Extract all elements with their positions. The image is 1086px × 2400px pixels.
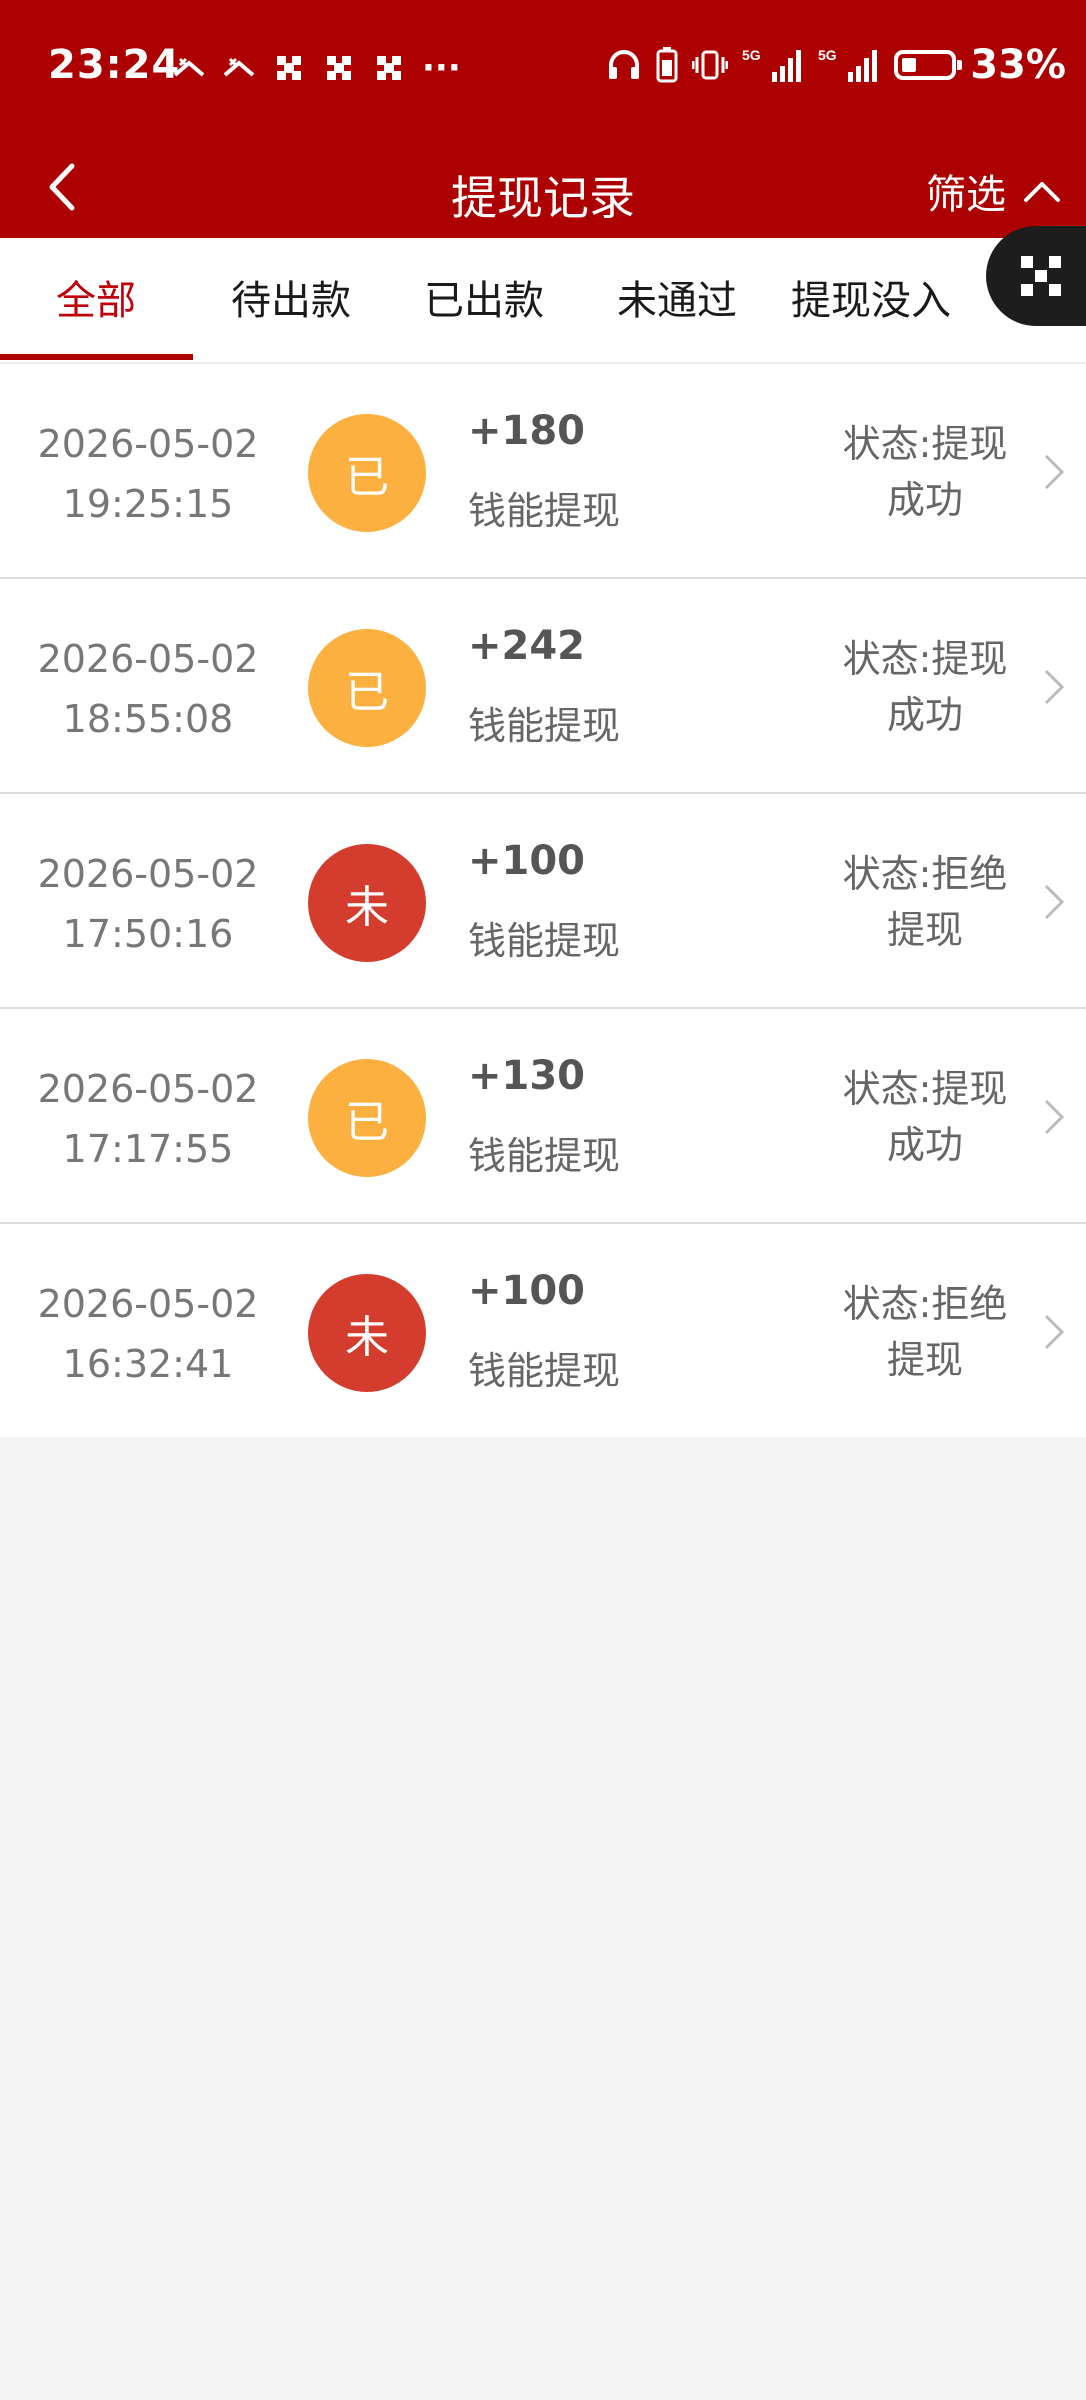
svg-text:5G: 5G xyxy=(742,47,761,63)
tab-rejected[interactable]: 未通过 xyxy=(581,268,773,326)
record-date: 2026-05-02 xyxy=(37,422,259,466)
status-line: 提现 xyxy=(886,908,963,952)
app-grid-icon xyxy=(1021,256,1061,296)
tab-pending-payout[interactable]: 待出款 xyxy=(195,268,387,326)
filter-label: 筛选 xyxy=(926,172,1006,218)
status-line: 状态:提现 xyxy=(842,1067,1008,1111)
record-type: 钱能提现 xyxy=(468,919,621,963)
record-type: 钱能提现 xyxy=(468,1349,621,1393)
record-type: 钱能提现 xyxy=(468,1134,621,1178)
system-icons: 5G 5G 33% xyxy=(606,42,1066,88)
record-type: 钱能提现 xyxy=(468,704,621,748)
chevron-right-icon xyxy=(1044,1314,1065,1350)
status-badge: 已 xyxy=(308,629,426,747)
record-amount: +130 xyxy=(468,1053,586,1099)
tab-bar: 全部 待出款 已出款 未通过 提现没入 xyxy=(0,238,1086,364)
record-date: 2026-05-02 xyxy=(37,1067,259,1111)
record-date: 2026-05-02 xyxy=(37,852,259,896)
record-date: 2026-05-02 xyxy=(37,1282,259,1326)
record-status: 状态:拒绝 提现 xyxy=(820,846,1030,958)
record-date: 2026-05-02 xyxy=(37,637,259,681)
filter-button[interactable]: 筛选 xyxy=(926,162,1062,220)
record-status: 状态:提现 成功 xyxy=(820,631,1030,743)
chevron-right-icon xyxy=(1044,669,1065,705)
chevron-right-icon xyxy=(1044,454,1065,490)
app-icon xyxy=(327,56,351,80)
status-line: 状态:提现 xyxy=(842,422,1008,466)
vibrate-icon xyxy=(692,50,729,80)
status-line: 状态:提现 xyxy=(842,637,1008,681)
battery-icon xyxy=(894,50,963,80)
record-status: 状态:提现 成功 xyxy=(820,416,1030,528)
record-amount: +180 xyxy=(468,408,586,454)
notification-icons: ··· xyxy=(172,48,461,88)
record-status: 状态:拒绝 提现 xyxy=(820,1276,1030,1388)
record-amount: +242 xyxy=(468,623,586,669)
status-time: 23:24 xyxy=(48,42,181,88)
list-item[interactable]: 2026-05-02 19:25:15 已 +180 钱能提现 状态:提现 成功 xyxy=(0,364,1086,579)
record-time: 19:25:15 xyxy=(62,482,234,526)
app-icon xyxy=(377,56,401,80)
status-line: 成功 xyxy=(886,693,963,737)
app-icon xyxy=(277,56,301,80)
record-time: 16:32:41 xyxy=(62,1342,234,1386)
status-badge: 已 xyxy=(308,1059,426,1177)
status-badge: 未 xyxy=(308,1274,426,1392)
signal-5g-icon: 5G xyxy=(818,47,878,82)
record-amount: +100 xyxy=(468,838,586,884)
status-badge: 未 xyxy=(308,844,426,962)
signal-5g-icon: 5G xyxy=(742,47,802,82)
tab-paid-out[interactable]: 已出款 xyxy=(388,268,580,326)
withdrawal-list: 2026-05-02 19:25:15 已 +180 钱能提现 状态:提现 成功… xyxy=(0,364,1086,1437)
battery-saver-icon xyxy=(656,47,678,83)
tab-all[interactable]: 全部 xyxy=(0,268,192,326)
status-line: 状态:拒绝 xyxy=(842,1282,1008,1326)
record-status: 状态:提现 成功 xyxy=(820,1061,1030,1173)
record-time: 18:55:08 xyxy=(62,697,234,741)
missed-call-icon xyxy=(223,57,255,77)
list-item[interactable]: 2026-05-02 17:50:16 未 +100 钱能提现 状态:拒绝 提现 xyxy=(0,794,1086,1009)
floating-action-button[interactable] xyxy=(986,226,1086,326)
active-tab-indicator xyxy=(0,354,193,360)
missed-call-icon xyxy=(173,57,205,77)
record-type: 钱能提现 xyxy=(468,489,621,533)
status-line: 提现 xyxy=(886,1338,963,1382)
status-line: 状态:拒绝 xyxy=(842,852,1008,896)
list-item[interactable]: 2026-05-02 16:32:41 未 +100 钱能提现 状态:拒绝 提现 xyxy=(0,1224,1086,1437)
battery-percent: 33% xyxy=(970,42,1066,88)
record-datetime: 2026-05-02 19:25:15 xyxy=(28,414,268,534)
chevron-up-icon xyxy=(1024,182,1060,202)
record-datetime: 2026-05-02 17:17:55 xyxy=(28,1059,268,1179)
headphones-icon xyxy=(609,50,640,79)
status-badge: 已 xyxy=(308,414,426,532)
list-item[interactable]: 2026-05-02 18:55:08 已 +242 钱能提现 状态:提现 成功 xyxy=(0,579,1086,794)
status-line: 成功 xyxy=(886,478,963,522)
status-line: 成功 xyxy=(886,1123,963,1167)
record-amount: +100 xyxy=(468,1268,586,1314)
more-dots-icon: ··· xyxy=(422,48,461,88)
list-item[interactable]: 2026-05-02 17:17:55 已 +130 钱能提现 状态:提现 成功 xyxy=(0,1009,1086,1224)
page-title: 提现记录 xyxy=(451,171,635,225)
record-datetime: 2026-05-02 18:55:08 xyxy=(28,629,268,749)
record-datetime: 2026-05-02 16:32:41 xyxy=(28,1274,268,1394)
tab-not-received[interactable]: 提现没入 xyxy=(775,268,967,326)
chevron-right-icon xyxy=(1044,1099,1065,1135)
svg-text:5G: 5G xyxy=(818,47,837,63)
record-time: 17:50:16 xyxy=(62,912,234,956)
header: 提现记录 筛选 xyxy=(0,138,1086,238)
record-time: 17:17:55 xyxy=(62,1127,234,1171)
chevron-right-icon xyxy=(1044,884,1065,920)
record-datetime: 2026-05-02 17:50:16 xyxy=(28,844,268,964)
status-bar: 23:24 ··· 5G 5G 33% xyxy=(0,0,1086,138)
